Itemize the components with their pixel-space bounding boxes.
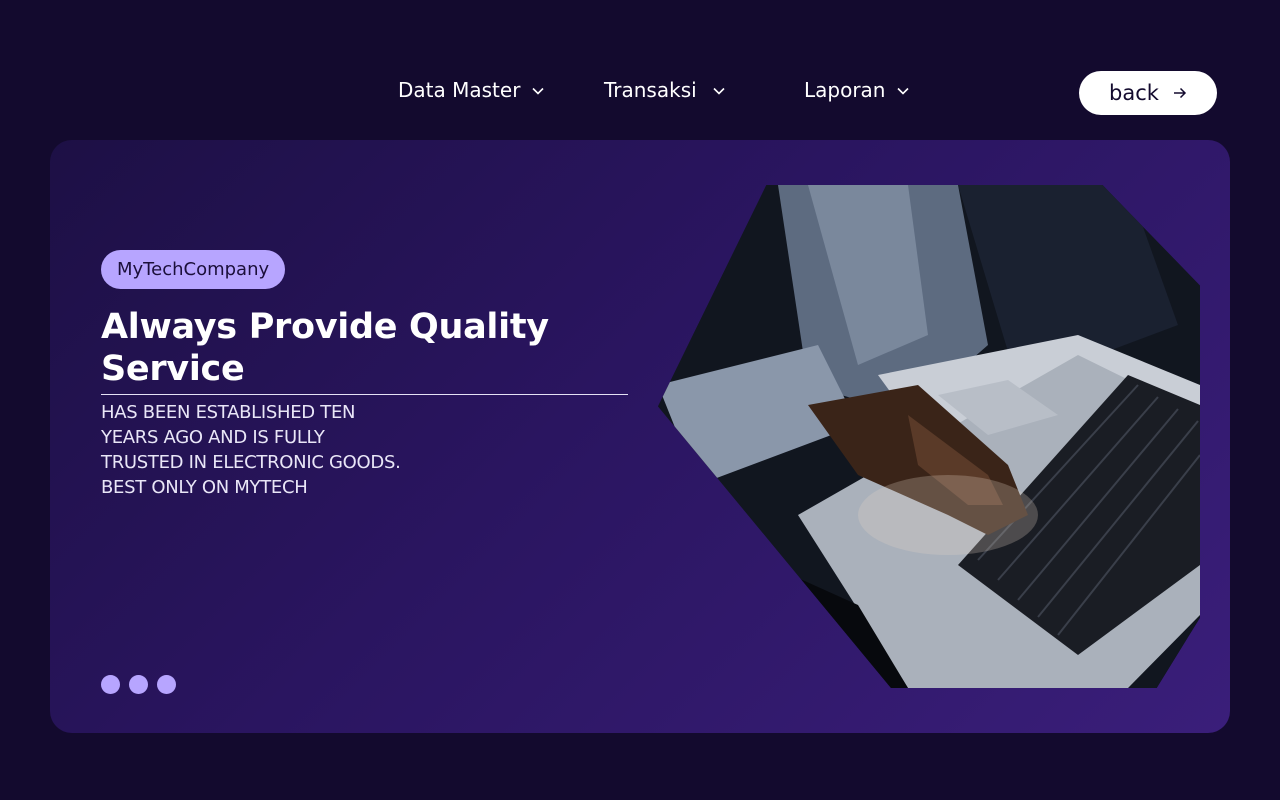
slider-dot[interactable] xyxy=(129,675,148,694)
nav-item-label: Transaksi xyxy=(604,78,697,102)
nav-item-laporan[interactable]: Laporan xyxy=(804,78,910,102)
nav-item-data-master[interactable]: Data Master xyxy=(398,78,544,102)
back-button-label: back xyxy=(1109,81,1159,105)
chevron-down-icon xyxy=(713,87,725,95)
chevron-down-icon xyxy=(532,87,544,95)
slider-dot[interactable] xyxy=(101,675,120,694)
back-button[interactable]: back xyxy=(1079,71,1217,115)
hero-description: HAS BEEN ESTABLISHED TEN YEARS AGO AND I… xyxy=(101,402,401,498)
laptop-photo xyxy=(658,185,1200,688)
chevron-down-icon xyxy=(897,87,910,95)
arrow-right-icon xyxy=(1173,87,1187,99)
top-navigation: Data Master Transaksi Laporan back xyxy=(0,0,1280,140)
nav-item-label: Laporan xyxy=(804,78,886,102)
nav-item-transaksi[interactable]: Transaksi xyxy=(604,78,725,102)
slider-dots xyxy=(101,675,176,694)
hero-section: MyTechCompany Always Provide Quality Ser… xyxy=(50,140,1230,733)
nav-item-label: Data Master xyxy=(398,78,521,102)
company-badge: MyTechCompany xyxy=(101,250,286,289)
slider-dot[interactable] xyxy=(157,675,176,694)
hero-headline: Always Provide Quality Service xyxy=(101,306,628,395)
